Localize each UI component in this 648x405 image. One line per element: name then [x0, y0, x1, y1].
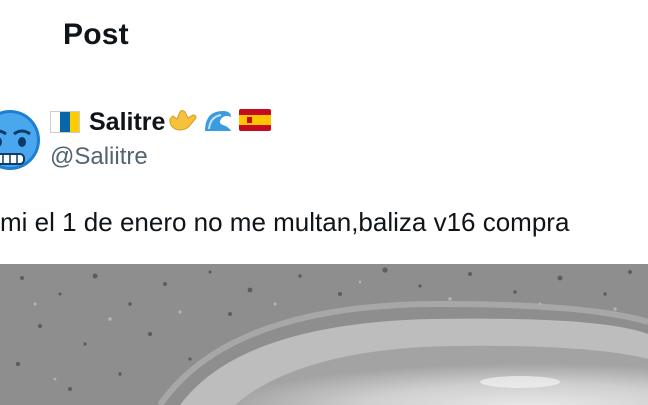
- concrete-surface-photo-icon: [0, 264, 648, 405]
- water-wave-icon: [203, 107, 233, 138]
- author-display-name[interactable]: Salitre: [89, 107, 165, 137]
- cold-face-emoji-avatar-icon: [0, 110, 40, 170]
- call-me-hand-icon: [167, 107, 197, 138]
- spain-flag-icon: [239, 108, 272, 136]
- avatar[interactable]: [0, 104, 42, 174]
- post-photo[interactable]: [0, 264, 648, 405]
- author-name-row[interactable]: Salitre: [50, 107, 272, 138]
- page-title: Post: [63, 18, 129, 51]
- canary-islands-flag-icon: [50, 111, 80, 133]
- post-text: mi el 1 de enero no me multan,baliza v16…: [0, 207, 570, 237]
- author-handle[interactable]: @Saliitre: [50, 143, 148, 171]
